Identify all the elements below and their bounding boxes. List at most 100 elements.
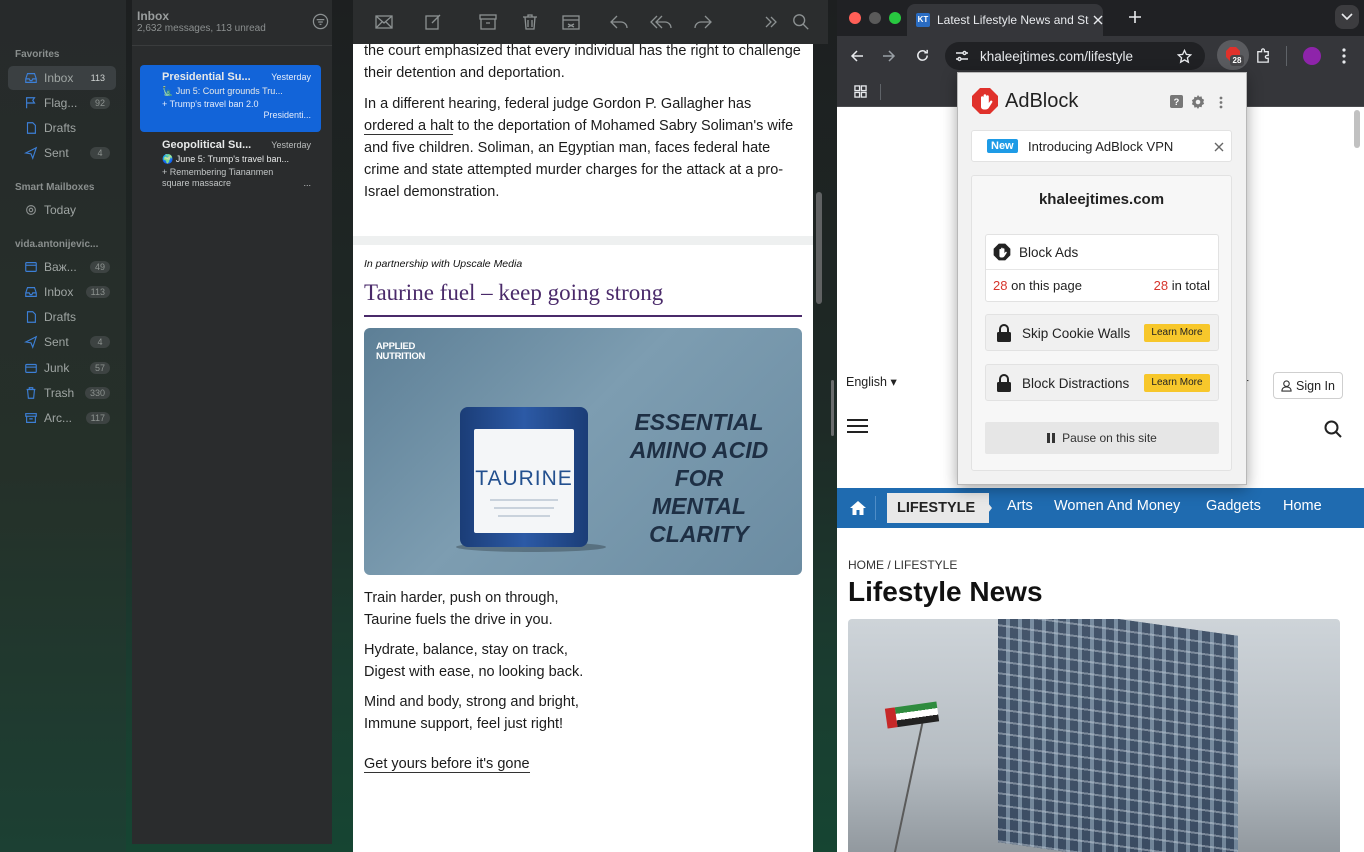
message-item[interactable]: Presidential Su... Yesterday 🗽 Jun 5: Cou… xyxy=(140,65,321,132)
extensions-icon[interactable] xyxy=(1255,47,1272,64)
site-panel: khaleejtimes.com Block Ads 28 on this pa… xyxy=(971,175,1232,471)
message-preview: + Trump's travel ban 2.0 xyxy=(162,99,259,109)
sidebar-item-important[interactable]: Важ... 49 xyxy=(8,255,116,279)
filter-icon[interactable] xyxy=(312,13,329,30)
unread-count: 4 xyxy=(90,147,110,159)
skip-cookie-walls-card[interactable]: Skip Cookie Walls Learn More xyxy=(985,314,1219,351)
inbox-icon xyxy=(25,73,37,83)
nav-item-arts[interactable]: Arts xyxy=(1007,498,1033,514)
document-icon xyxy=(26,122,36,134)
language-select[interactable]: English ▾ xyxy=(846,374,897,389)
breadcrumb[interactable]: HOME / LIFESTYLE xyxy=(848,558,957,572)
nav-item-lifestyle[interactable]: LIFESTYLE xyxy=(887,493,990,523)
bookmark-star-icon[interactable] xyxy=(1177,49,1192,64)
chevron-down-icon xyxy=(1341,13,1353,21)
split-divider-handle[interactable] xyxy=(831,380,834,436)
sign-in-button[interactable]: Sign In xyxy=(1273,372,1343,399)
search-icon[interactable] xyxy=(792,12,810,32)
page-title: Lifestyle News xyxy=(848,576,1043,607)
hero-image[interactable] xyxy=(848,619,1340,852)
forward-icon[interactable] xyxy=(882,49,896,63)
active-tab[interactable]: KT Latest Lifestyle News and Sto xyxy=(907,4,1103,36)
nav-item-home[interactable]: Home xyxy=(1283,498,1322,514)
close-tab-icon[interactable] xyxy=(1093,15,1103,25)
junk-icon[interactable] xyxy=(561,12,581,32)
more-options-icon[interactable] xyxy=(1219,96,1223,109)
sidebar-item-account-inbox[interactable]: Inbox 113 xyxy=(8,280,116,304)
block-distractions-card[interactable]: Block Distractions Learn More xyxy=(985,364,1219,401)
unread-count: 49 xyxy=(89,261,110,273)
page-scrollbar[interactable] xyxy=(1354,110,1360,148)
archive-icon[interactable] xyxy=(478,12,498,32)
paper-plane-icon xyxy=(24,335,38,349)
help-icon[interactable]: ? xyxy=(1170,95,1183,108)
forward-icon[interactable] xyxy=(693,12,713,32)
search-icon[interactable] xyxy=(1324,420,1342,438)
home-icon[interactable] xyxy=(849,500,867,516)
poem-line: Mind and body, strong and bright, xyxy=(364,694,579,710)
address-bar[interactable]: khaleejtimes.com/lifestyle xyxy=(945,42,1205,70)
reload-icon[interactable] xyxy=(915,48,930,63)
menu-kebab-icon[interactable] xyxy=(1342,48,1346,64)
compose-icon[interactable] xyxy=(423,12,443,32)
maximize-window-button[interactable] xyxy=(889,12,901,24)
reply-all-icon[interactable] xyxy=(649,12,673,32)
unread-count: 4 xyxy=(90,336,110,348)
message-list-header: Inbox 2,632 messages, 113 unread xyxy=(132,0,332,46)
sidebar-item-account-drafts[interactable]: Drafts xyxy=(8,305,116,329)
pause-on-site-button[interactable]: Pause on this site xyxy=(985,422,1219,454)
sidebar-item-sent[interactable]: Sent 4 xyxy=(8,141,116,165)
back-icon[interactable] xyxy=(850,49,864,63)
block-ads-card[interactable]: Block Ads 28 on this page 28 in total xyxy=(985,234,1219,302)
tab-search-button[interactable] xyxy=(1335,5,1359,29)
cta-link[interactable]: Get yours before it's gone xyxy=(364,756,530,773)
hamburger-menu-icon[interactable] xyxy=(847,418,868,434)
more-toolbar-icon[interactable] xyxy=(764,12,778,32)
sidebar-item-label: Inbox xyxy=(44,285,74,299)
get-mail-icon[interactable] xyxy=(374,12,394,32)
sidebar-item-archive[interactable]: Arc... 117 xyxy=(8,406,116,430)
settings-gear-icon[interactable] xyxy=(1191,95,1205,109)
body-paragraph: the court emphasized that every individu… xyxy=(364,44,801,81)
message-item[interactable]: Geopolitical Su... Yesterday 🌍 June 5: Tr… xyxy=(140,133,321,200)
ad-image[interactable]: APPLIED NUTRITION TAURINE ESSENTIAL AMIN… xyxy=(364,328,802,575)
message-subject: 🌍 June 5: Trump's travel ban... xyxy=(162,154,289,164)
user-icon xyxy=(1281,379,1292,392)
learn-more-button[interactable]: Learn More xyxy=(1144,324,1210,342)
reader-scrollbar[interactable] xyxy=(816,192,822,304)
product-tub: TAURINE xyxy=(460,407,588,547)
ordered-halt-link[interactable]: ordered a halt xyxy=(364,118,454,135)
lock-icon xyxy=(997,324,1011,342)
nav-item-gadgets[interactable]: Gadgets xyxy=(1206,498,1261,514)
close-window-button[interactable] xyxy=(849,12,861,24)
nav-item-women-and-money[interactable]: Women And Money xyxy=(1054,498,1180,514)
total-count-value: 28 xyxy=(1153,278,1169,293)
sidebar-item-trash[interactable]: Trash 330 xyxy=(8,381,116,405)
vpn-promo-banner[interactable]: New Introducing AdBlock VPN xyxy=(971,130,1232,162)
card-divider xyxy=(986,269,1218,270)
tab-title: Latest Lifestyle News and Sto xyxy=(937,13,1089,27)
blocked-count-badge: 28 xyxy=(1230,55,1244,66)
sidebar-item-today[interactable]: Today xyxy=(8,198,116,222)
sidebar-item-inbox[interactable]: Inbox 113 xyxy=(8,66,116,90)
sidebar-item-label: Today xyxy=(44,203,77,217)
adblock-brand: AdBlock xyxy=(1005,90,1079,112)
message-date: Yesterday xyxy=(271,72,311,82)
sidebar-item-account-sent[interactable]: Sent 4 xyxy=(8,330,116,354)
new-tab-icon[interactable] xyxy=(1128,10,1142,24)
message-content: the court emphasized that every individu… xyxy=(353,44,813,852)
profile-avatar[interactable] xyxy=(1303,47,1321,65)
message-list: Inbox 2,632 messages, 113 unread Preside… xyxy=(132,0,332,844)
ad-title[interactable]: Taurine fuel – keep going strong xyxy=(364,280,663,306)
sidebar-item-flagged[interactable]: Flag... 92 xyxy=(8,91,116,115)
trash-icon[interactable] xyxy=(520,12,540,32)
close-icon[interactable] xyxy=(1214,142,1224,152)
minimize-window-button[interactable] xyxy=(869,12,881,24)
adblock-extension-button[interactable]: 28 xyxy=(1217,40,1249,70)
site-settings-icon[interactable] xyxy=(955,50,969,62)
reply-icon[interactable] xyxy=(609,12,629,32)
apps-grid-icon[interactable] xyxy=(854,85,867,98)
learn-more-button[interactable]: Learn More xyxy=(1144,374,1210,392)
sidebar-item-junk[interactable]: Junk 57 xyxy=(8,356,116,380)
sidebar-item-drafts[interactable]: Drafts xyxy=(8,116,116,140)
